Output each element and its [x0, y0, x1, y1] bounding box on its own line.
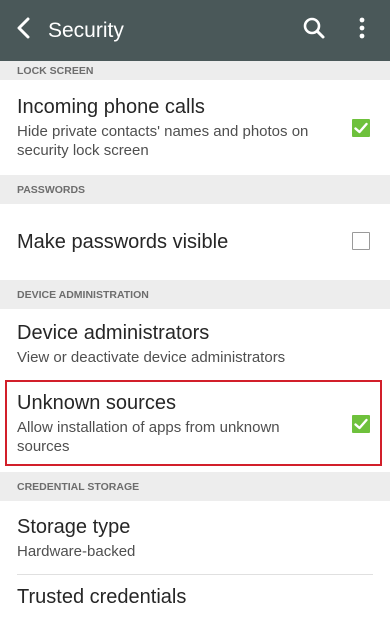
setting-device-administrators[interactable]: Device administrators View or deactivate… — [0, 309, 390, 379]
setting-title: Trusted credentials — [17, 586, 187, 608]
search-icon — [302, 16, 326, 45]
setting-title: Device administrators — [17, 322, 210, 344]
setting-storage-type[interactable]: Storage type Hardware-backed — [0, 501, 390, 574]
setting-title: Make passwords visible — [17, 230, 229, 253]
section-header-device-administration: DEVICE ADMINISTRATION — [0, 280, 390, 309]
setting-summary: Hide private contacts' names and photos … — [17, 123, 309, 159]
make-passwords-visible-checkbox[interactable] — [352, 232, 370, 250]
search-button[interactable] — [290, 0, 338, 61]
more-vert-icon — [359, 17, 365, 44]
app-bar: Security — [0, 0, 390, 61]
setting-title: Storage type — [17, 515, 131, 538]
section-header-lock-screen: LOCK SCREEN — [0, 61, 390, 80]
setting-title: Incoming phone calls — [17, 96, 205, 118]
overflow-menu-button[interactable] — [338, 0, 386, 61]
setting-summary: Hardware-backed — [17, 542, 136, 560]
check-icon — [354, 122, 368, 134]
setting-incoming-phone-calls[interactable]: Incoming phone calls Hide private contac… — [0, 80, 390, 175]
highlight-box — [5, 380, 382, 466]
section-header-credential-storage: CREDENTIAL STORAGE — [0, 472, 390, 501]
section-header-passwords: PASSWORDS — [0, 175, 390, 204]
chevron-left-icon — [16, 17, 32, 44]
incoming-calls-checkbox[interactable] — [352, 119, 370, 137]
setting-summary: View or deactivate device administrators — [17, 349, 286, 366]
back-button[interactable] — [4, 0, 44, 61]
setting-make-passwords-visible[interactable]: Make passwords visible — [0, 204, 390, 280]
page-title: Security — [48, 18, 124, 42]
